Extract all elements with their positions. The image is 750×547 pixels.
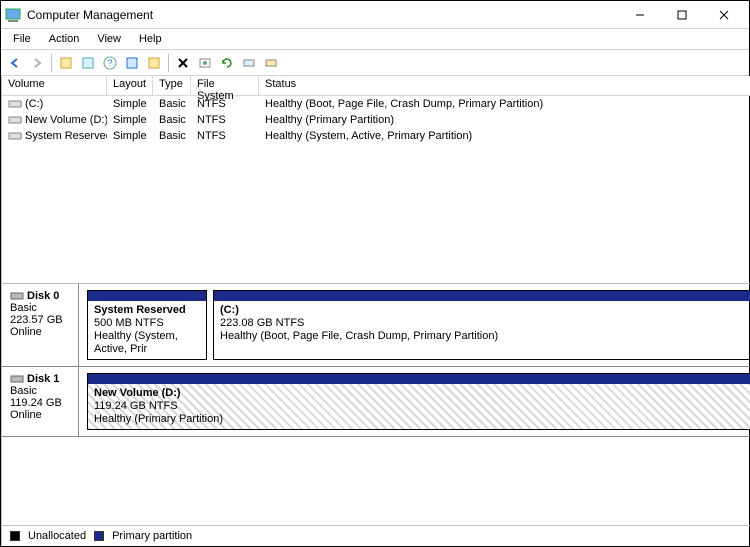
menu-view[interactable]: View (89, 31, 129, 47)
minimize-button[interactable] (619, 1, 661, 29)
legend-primary-label: Primary partition (112, 530, 192, 542)
disk-icon (10, 291, 24, 301)
disk-icon (10, 374, 24, 384)
col-status[interactable]: Status (259, 76, 750, 95)
toolbar-btn-9[interactable] (239, 53, 259, 73)
drive-icon (8, 98, 22, 110)
help-button[interactable]: ? (100, 53, 120, 73)
legend-primary-swatch (94, 531, 104, 541)
volume-list-header[interactable]: Volume Layout Type File System Status Ca (2, 76, 750, 96)
menubar: File Action View Help (1, 29, 749, 50)
properties-button[interactable] (195, 53, 215, 73)
col-filesystem[interactable]: File System (191, 76, 259, 95)
col-type[interactable]: Type (153, 76, 191, 95)
window-title: Computer Management (27, 8, 619, 22)
legend: Unallocated Primary partition (2, 525, 750, 545)
maximize-button[interactable] (661, 1, 703, 29)
disk-graphical-view[interactable]: Disk 0 Basic 223.57 GB Online System Res… (2, 284, 750, 525)
delete-button[interactable] (173, 53, 193, 73)
titlebar: Computer Management (1, 1, 749, 29)
toolbar: ? (1, 50, 749, 76)
disk-0-header[interactable]: Disk 0 Basic 223.57 GB Online (2, 284, 79, 366)
drive-icon (8, 130, 22, 142)
volume-list-scrollbar[interactable] (2, 267, 750, 283)
partition-d[interactable]: New Volume (D:)119.24 GB NTFSHealthy (Pr… (87, 373, 750, 430)
legend-unallocated-label: Unallocated (28, 530, 86, 542)
volume-row[interactable]: (C:) Simple Basic NTFS Healthy (Boot, Pa… (2, 96, 750, 112)
close-button[interactable] (703, 1, 745, 29)
back-button[interactable] (5, 53, 25, 73)
partition-bar (214, 291, 750, 301)
menu-help[interactable]: Help (131, 31, 170, 47)
col-volume[interactable]: Volume (2, 76, 107, 95)
volume-list[interactable]: Volume Layout Type File System Status Ca… (2, 76, 750, 284)
refresh-button[interactable] (217, 53, 237, 73)
partition-bar (88, 374, 750, 384)
partition-c[interactable]: (C:)223.08 GB NTFSHealthy (Boot, Page Fi… (213, 290, 750, 360)
legend-unallocated-swatch (10, 531, 20, 541)
toolbar-btn-5[interactable] (144, 53, 164, 73)
col-layout[interactable]: Layout (107, 76, 153, 95)
svg-text:?: ? (107, 58, 112, 68)
menu-file[interactable]: File (5, 31, 39, 47)
partition-bar (88, 291, 206, 301)
toolbar-btn-2[interactable] (78, 53, 98, 73)
toolbar-btn-4[interactable] (122, 53, 142, 73)
drive-icon (8, 114, 22, 126)
menu-action[interactable]: Action (41, 31, 88, 47)
forward-button[interactable] (27, 53, 47, 73)
disk-1-header[interactable]: Disk 1 Basic 119.24 GB Online (2, 367, 79, 436)
partition-system-reserved[interactable]: System Reserved500 MB NTFSHealthy (Syste… (87, 290, 207, 360)
volume-row[interactable]: New Volume (D:) Simple Basic NTFS Health… (2, 112, 750, 128)
app-icon (5, 7, 21, 23)
toolbar-btn-1[interactable] (56, 53, 76, 73)
toolbar-btn-10[interactable] (261, 53, 281, 73)
volume-row[interactable]: System Reserved Simple Basic NTFS Health… (2, 128, 750, 144)
